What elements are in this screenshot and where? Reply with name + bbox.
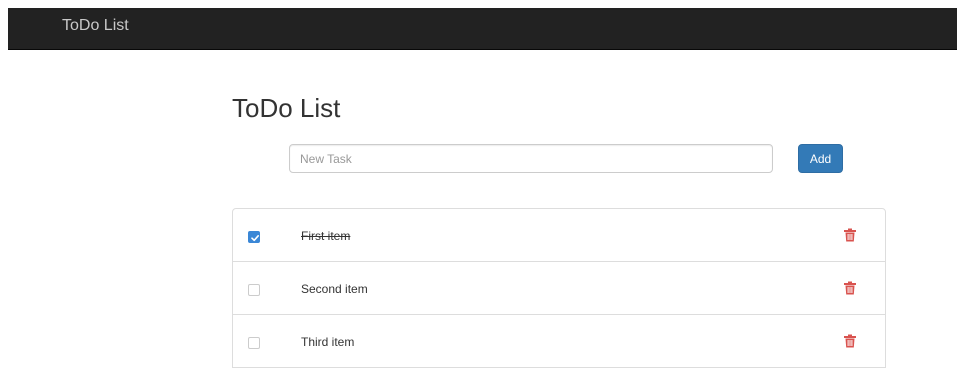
trash-icon <box>844 334 856 348</box>
task-list-item: Third item <box>232 314 886 368</box>
trash-icon <box>844 228 856 242</box>
delete-task-button[interactable] <box>844 228 856 242</box>
checkmark-icon <box>251 235 259 242</box>
page: ToDo List ToDo List Add First item <box>0 0 957 369</box>
delete-task-button[interactable] <box>844 334 856 348</box>
task-label: First item <box>301 229 351 243</box>
task-list-item: Second item <box>232 261 886 315</box>
task-checkbox[interactable] <box>248 337 260 349</box>
trash-icon <box>844 281 856 295</box>
task-label: Second item <box>301 282 368 296</box>
new-task-input[interactable] <box>289 144 773 173</box>
delete-task-button[interactable] <box>844 281 856 295</box>
task-list-item: First item <box>232 208 886 262</box>
page-title: ToDo List <box>232 93 341 123</box>
task-checkbox[interactable] <box>248 231 260 243</box>
navbar-brand[interactable]: ToDo List <box>62 8 129 49</box>
navbar: ToDo List <box>8 8 957 50</box>
task-list: First item Second item Third item <box>232 208 886 368</box>
task-label: Third item <box>301 335 355 349</box>
task-checkbox[interactable] <box>248 284 260 296</box>
add-button[interactable]: Add <box>798 144 843 173</box>
